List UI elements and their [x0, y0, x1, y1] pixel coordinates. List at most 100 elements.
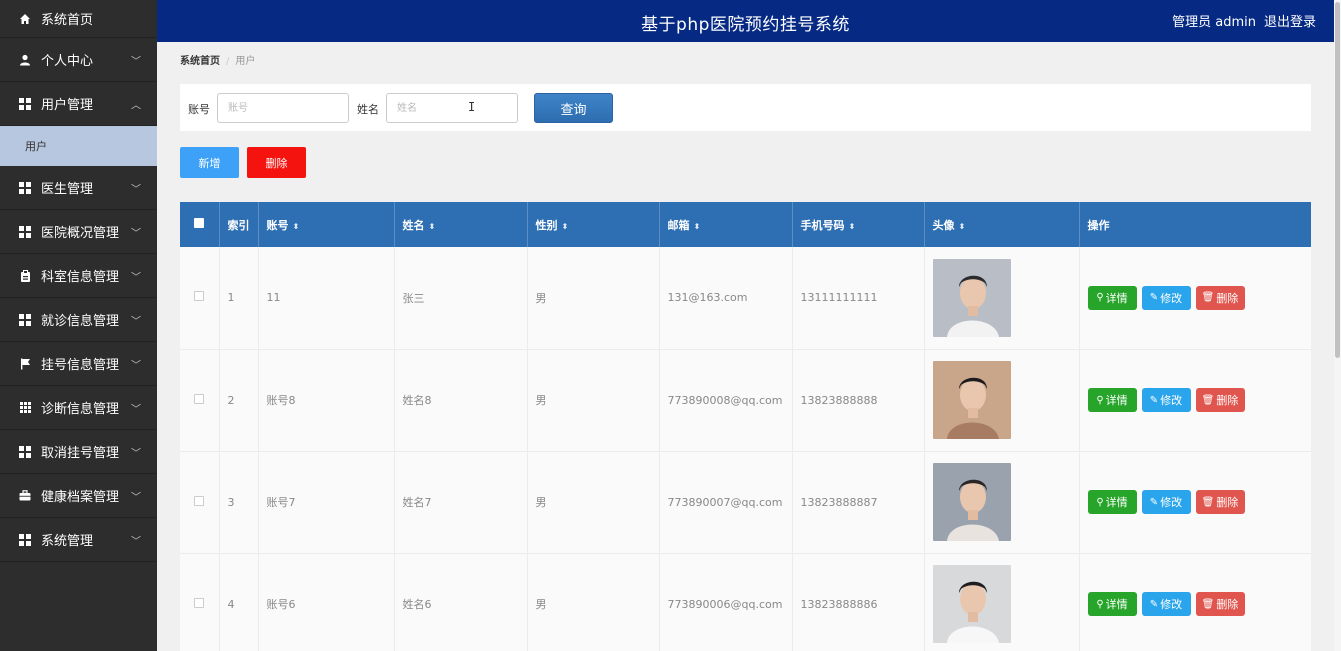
- row-checkbox[interactable]: [194, 597, 205, 608]
- briefcase-icon: [18, 489, 32, 503]
- sidebar-item-registration-info[interactable]: 挂号信息管理 ﹀: [0, 342, 157, 386]
- chevron-down-icon: ﹀: [131, 272, 141, 283]
- search-panel: 账号 姓名 I 查询: [180, 84, 1311, 131]
- cell-index: 4: [219, 553, 259, 651]
- cell-avatar: [924, 349, 1080, 452]
- column-header-index: 索引: [219, 202, 259, 247]
- table-row: 4 账号6 姓名6 男 773890006@qq.com 13823888886…: [180, 553, 1311, 651]
- sidebar-item-visit-info[interactable]: 就诊信息管理 ﹀: [0, 298, 157, 342]
- breadcrumb: 系统首页 / 用户: [180, 52, 255, 67]
- grid-icon: [18, 533, 32, 547]
- column-header-email[interactable]: 邮箱 ⬍: [659, 202, 793, 247]
- chevron-down-icon: ﹀: [131, 184, 141, 195]
- sort-icon[interactable]: ⬍: [694, 222, 701, 231]
- cell-gender: 男: [527, 247, 660, 350]
- column-header-avatar[interactable]: 头像 ⬍: [924, 202, 1080, 247]
- sort-icon[interactable]: ⬍: [959, 222, 966, 231]
- sidebar-item-label: 挂号信息管理: [41, 358, 120, 373]
- page-title: 基于php医院预约挂号系统: [641, 15, 850, 35]
- cell-account: 账号8: [258, 349, 395, 452]
- cell-phone: 13823888887: [792, 451, 925, 554]
- breadcrumb-home[interactable]: 系统首页: [180, 56, 220, 67]
- user-name: 管理员 admin: [1172, 15, 1256, 30]
- breadcrumb-separator: /: [226, 56, 230, 67]
- chevron-down-icon: ﹀: [131, 404, 141, 415]
- add-button[interactable]: 新增: [180, 147, 239, 178]
- column-header-actions: 操作: [1079, 202, 1311, 247]
- sidebar-item-label: 系统管理: [41, 534, 94, 549]
- sidebar-item-health-records[interactable]: 健康档案管理 ﹀: [0, 474, 157, 518]
- sidebar-item-user-management[interactable]: 用户管理 ︿: [0, 82, 157, 126]
- edit-button[interactable]: ✎ 修改: [1141, 490, 1191, 514]
- detail-button[interactable]: ⚲ 详情: [1087, 490, 1137, 514]
- trash-icon: 🗑: [1201, 496, 1215, 508]
- sidebar-item-label: 用户管理: [41, 98, 94, 113]
- sidebar-subitem-user[interactable]: 用户: [0, 126, 157, 166]
- grid-icon: [18, 225, 32, 239]
- sidebar-item-hospital-overview[interactable]: 医院概况管理 ﹀: [0, 210, 157, 254]
- sidebar-item-department-info[interactable]: 科室信息管理 ﹀: [0, 254, 157, 298]
- row-checkbox[interactable]: [194, 291, 205, 302]
- trash-icon: 🗑: [1201, 394, 1215, 406]
- row-select-cell: [180, 553, 220, 651]
- sort-icon[interactable]: ⬍: [849, 222, 856, 231]
- sidebar-item-system-management[interactable]: 系统管理 ﹀: [0, 518, 157, 562]
- detail-button[interactable]: ⚲ 详情: [1087, 285, 1137, 310]
- logout-link[interactable]: 退出登录: [1264, 15, 1316, 30]
- account-input[interactable]: [217, 93, 349, 123]
- row-checkbox[interactable]: [194, 393, 205, 404]
- cell-actions: ⚲ 详情 ✎ 修改 🗑 删除: [1079, 247, 1311, 350]
- sort-icon[interactable]: ⬍: [429, 222, 436, 231]
- name-input[interactable]: [386, 93, 518, 123]
- user-table: 索引 账号 ⬍ 姓名 ⬍ 性别 ⬍ 邮箱 ⬍ 手机号码 ⬍ 头像 ⬍ 操作 1 11 张三 …: [180, 202, 1311, 651]
- cell-email: 131@163.com: [659, 247, 793, 350]
- cell-avatar: [924, 451, 1080, 554]
- sidebar-item-home[interactable]: 系统首页: [0, 0, 157, 38]
- cell-name: 姓名7: [394, 451, 528, 554]
- sidebar-item-diagnosis-info[interactable]: 诊断信息管理 ﹀: [0, 386, 157, 430]
- cell-gender: 男: [527, 349, 660, 452]
- delete-row-button[interactable]: 🗑 删除: [1195, 388, 1245, 412]
- batch-delete-button[interactable]: 删除: [247, 147, 306, 178]
- scrollbar-thumb[interactable]: [1335, 2, 1340, 358]
- column-header-name[interactable]: 姓名 ⬍: [394, 202, 528, 247]
- detail-button[interactable]: ⚲ 详情: [1087, 592, 1137, 616]
- column-header-phone[interactable]: 手机号码 ⬍: [792, 202, 925, 247]
- delete-row-button[interactable]: 🗑 删除: [1195, 592, 1245, 616]
- sidebar-item-personal-center[interactable]: 个人中心 ﹀: [0, 38, 157, 82]
- row-checkbox[interactable]: [194, 495, 205, 506]
- grid-icon: [18, 313, 32, 327]
- search-button[interactable]: 查询: [534, 93, 613, 123]
- column-header-gender[interactable]: 性别 ⬍: [527, 202, 660, 247]
- column-header-account[interactable]: 账号 ⬍: [258, 202, 395, 247]
- chevron-down-icon: ﹀: [131, 492, 141, 503]
- flag-icon: [18, 357, 32, 371]
- sidebar-item-label: 诊断信息管理: [41, 402, 120, 417]
- clipboard-icon: [18, 269, 32, 283]
- grid-icon: [18, 97, 32, 111]
- search-icon: ⚲: [1096, 496, 1104, 508]
- sidebar-item-label: 就诊信息管理: [41, 314, 120, 329]
- page-scrollbar[interactable]: [1334, 0, 1341, 651]
- sidebar-item-label: 健康档案管理: [41, 490, 120, 505]
- sidebar-item-doctor-management[interactable]: 医生管理 ﹀: [0, 166, 157, 210]
- cell-name: 姓名8: [394, 349, 528, 452]
- cell-account: 账号7: [258, 451, 395, 554]
- cell-index: 3: [219, 451, 259, 554]
- edit-button[interactable]: ✎ 修改: [1141, 592, 1191, 616]
- edit-button[interactable]: ✎ 修改: [1141, 388, 1191, 412]
- edit-button[interactable]: ✎ 修改: [1141, 285, 1191, 310]
- sort-icon[interactable]: ⬍: [293, 222, 300, 231]
- delete-row-button[interactable]: 🗑 删除: [1195, 285, 1245, 310]
- cell-email: 773890008@qq.com: [659, 349, 793, 452]
- sort-icon[interactable]: ⬍: [562, 222, 569, 231]
- row-select-cell: [180, 451, 220, 554]
- cell-phone: 13111111111: [792, 247, 925, 350]
- sidebar-item-cancel-registration[interactable]: 取消挂号管理 ﹀: [0, 430, 157, 474]
- grid-icon: [18, 445, 32, 459]
- select-all-checkbox[interactable]: [194, 218, 205, 228]
- chevron-down-icon: ﹀: [131, 316, 141, 327]
- cell-phone: 13823888888: [792, 349, 925, 452]
- detail-button[interactable]: ⚲ 详情: [1087, 388, 1137, 412]
- delete-row-button[interactable]: 🗑 删除: [1195, 490, 1245, 514]
